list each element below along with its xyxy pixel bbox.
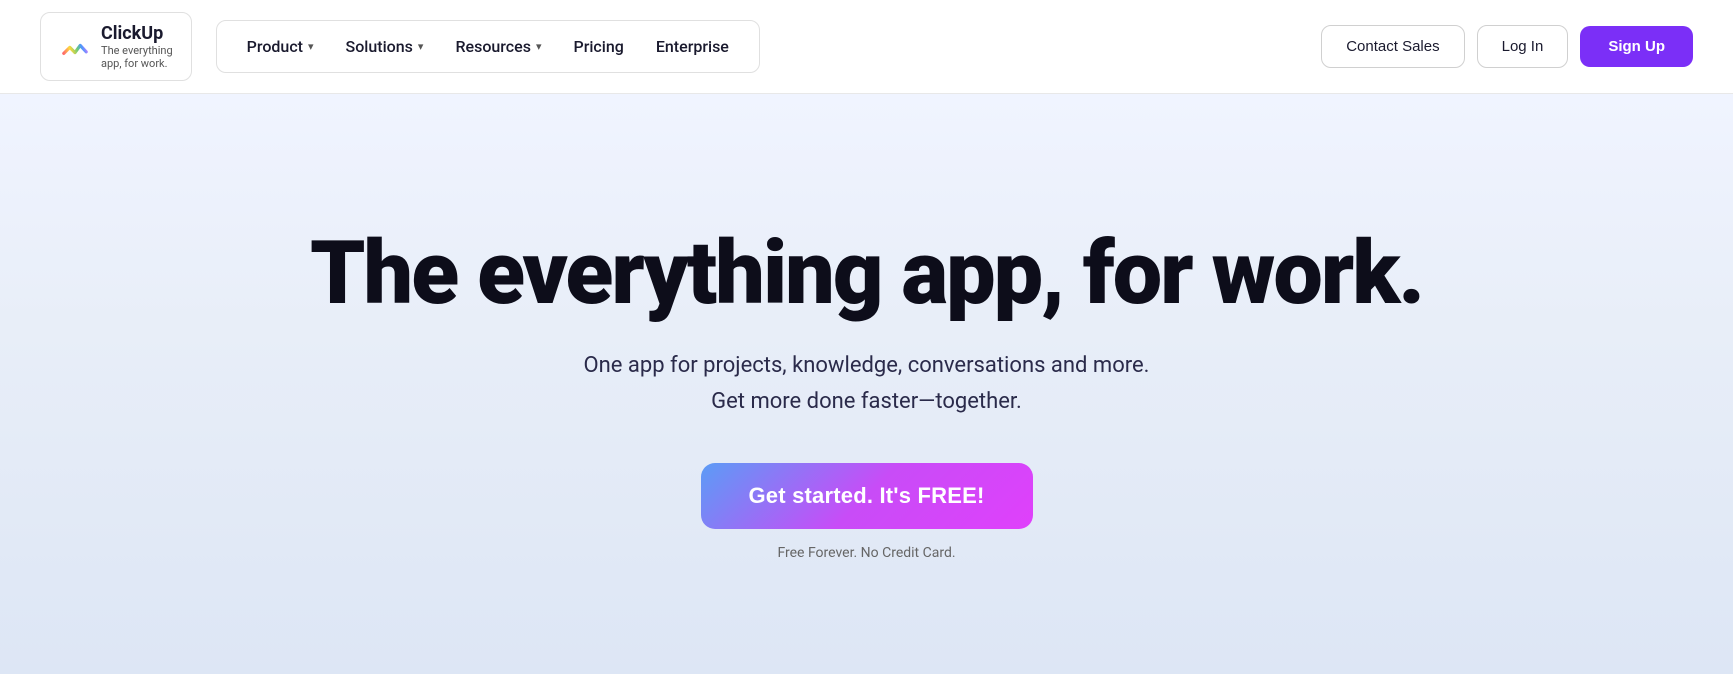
clickup-icon xyxy=(59,31,91,63)
cta-button[interactable]: Get started. It's FREE! xyxy=(701,463,1033,529)
hero-title: The everything app, for work. xyxy=(310,228,1423,320)
hero-disclaimer: Free Forever. No Credit Card. xyxy=(777,545,955,561)
hero-subtitle-line2: Get more done faster—together. xyxy=(711,389,1022,414)
nav-item-solutions[interactable]: Solutions ▾ xyxy=(332,29,438,64)
navbar: ClickUp The everythingapp, for work. Pro… xyxy=(0,0,1733,94)
pricing-label: Pricing xyxy=(573,37,623,56)
logo-brand: ClickUp xyxy=(101,23,173,44)
product-label: Product xyxy=(247,37,303,56)
nav-item-pricing[interactable]: Pricing xyxy=(559,29,637,64)
contact-sales-button[interactable]: Contact Sales xyxy=(1321,25,1464,68)
logo-tagline: The everythingapp, for work. xyxy=(101,44,173,70)
signup-button[interactable]: Sign Up xyxy=(1580,26,1693,67)
nav-item-resources[interactable]: Resources ▾ xyxy=(441,29,555,64)
resources-chevron-icon: ▾ xyxy=(536,40,542,53)
login-button[interactable]: Log In xyxy=(1477,25,1569,68)
solutions-label: Solutions xyxy=(346,37,413,56)
nav-left: ClickUp The everythingapp, for work. Pro… xyxy=(40,12,760,81)
nav-right: Contact Sales Log In Sign Up xyxy=(1321,25,1693,68)
nav-item-product[interactable]: Product ▾ xyxy=(233,29,328,64)
logo-text: ClickUp The everythingapp, for work. xyxy=(101,23,173,70)
hero-section: The everything app, for work. One app fo… xyxy=(0,94,1733,674)
enterprise-label: Enterprise xyxy=(656,37,729,56)
product-chevron-icon: ▾ xyxy=(308,40,314,53)
resources-label: Resources xyxy=(455,37,531,56)
nav-item-enterprise[interactable]: Enterprise xyxy=(642,29,743,64)
hero-subtitle: One app for projects, knowledge, convers… xyxy=(584,348,1150,418)
solutions-chevron-icon: ▾ xyxy=(418,40,424,53)
hero-subtitle-line1: One app for projects, knowledge, convers… xyxy=(584,353,1150,378)
nav-links: Product ▾ Solutions ▾ Resources ▾ Pricin… xyxy=(216,20,760,73)
logo[interactable]: ClickUp The everythingapp, for work. xyxy=(40,12,192,81)
